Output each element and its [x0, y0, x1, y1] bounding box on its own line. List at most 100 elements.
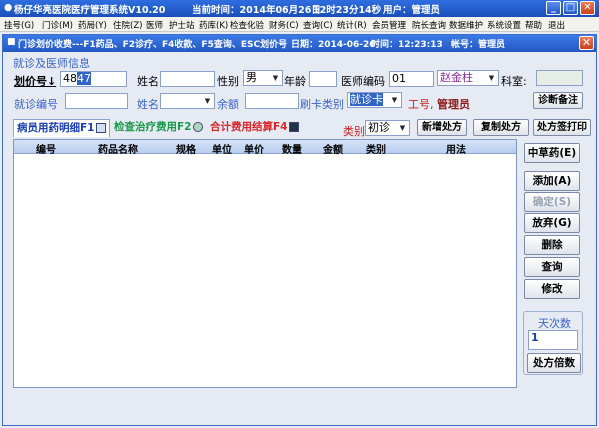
gender-select[interactable]: 男 ▼ — [243, 70, 283, 86]
col-unit: 单位 — [212, 145, 232, 156]
menu-item-lab[interactable]: 检查化验 — [230, 19, 264, 31]
name-label: 姓名 — [137, 75, 159, 88]
billing-time: 时间：12:23:13 — [371, 40, 443, 50]
col-amount: 金额 — [323, 145, 343, 156]
card-type-value: 就诊卡 — [350, 93, 383, 106]
gender-label: 性别 — [217, 75, 239, 88]
table-icon — [96, 123, 107, 133]
app-title: 杨仔华亮医院医疗管理系统V10.20 — [14, 5, 166, 16]
current-user: 用户：管理员 — [383, 5, 441, 16]
app-title-bar: ● 杨仔华亮医院医疗管理系统V10.20 当前时间：2014年06月26日 12… — [0, 0, 599, 17]
billing-account: 帐号：管理员 — [451, 40, 506, 50]
menu-item-nurse-station[interactable]: 护士站 — [169, 19, 195, 31]
herbal-medicine-button[interactable]: 中草药(E) — [524, 143, 580, 163]
chevron-down-icon: ▼ — [488, 74, 495, 82]
menu-item-director-query[interactable]: 院长查询 — [412, 19, 446, 31]
job-id-value: 管理员 — [437, 98, 470, 111]
doctor-select[interactable]: 赵金柱 ▼ — [437, 70, 499, 86]
category-label: 类别 — [343, 125, 365, 138]
app-window: ● 杨仔华亮医院医疗管理系统V10.20 当前时间：2014年06月26日 12… — [0, 0, 599, 428]
billing-title: 门诊划价收费---F1药品、F2诊疗、F4收款、F5查询、ESC划价号 — [18, 40, 288, 50]
new-prescription-button[interactable]: 新增处方 — [417, 119, 467, 136]
dept-input[interactable] — [536, 70, 583, 86]
tab-settlement[interactable]: 合计费用结算F4 — [207, 119, 302, 137]
card-type-select[interactable]: 就诊卡 ▼ — [347, 92, 402, 108]
billing-icon: ■ — [7, 37, 16, 47]
age-input[interactable] — [309, 71, 337, 87]
menu-item-doctor[interactable]: 医师 — [146, 19, 163, 31]
minimize-button[interactable]: _ — [546, 1, 561, 15]
modify-button[interactable]: 修改 — [524, 279, 580, 299]
job-id-label: 工号, — [408, 98, 434, 111]
group-title: 就诊及医师信息 — [13, 57, 90, 70]
serial-label: 划价号↓ — [14, 75, 57, 88]
days-label: 天次数 — [538, 317, 571, 330]
dept-label: 科室: — [501, 75, 527, 88]
medication-grid[interactable]: 编号 药品名称 规格 单位 单价 数量 金额 类别 用法 — [13, 139, 517, 388]
age-label: 年龄 — [284, 75, 306, 88]
tab-examination-label: 检查治疗费用F2 — [114, 121, 192, 133]
name2-select[interactable]: ▼ — [160, 93, 215, 109]
billing-window: ■ 门诊划价收费---F1药品、F2诊疗、F4收款、F5查询、ESC划价号 日期… — [2, 34, 597, 426]
card-type-label: 刷卡类别 — [300, 98, 344, 111]
billing-date: 日期：2014-06-26 — [291, 40, 376, 50]
menu-item-query[interactable]: 查询(C) — [303, 19, 333, 31]
maximize-button[interactable]: □ — [563, 1, 578, 15]
balance-label: 余额 — [217, 98, 239, 111]
tab-examination[interactable]: 检查治疗费用F2 — [111, 119, 206, 137]
chevron-down-icon: ▼ — [272, 74, 279, 82]
calculator-icon — [289, 122, 300, 132]
discard-button[interactable]: 放弃(G) — [524, 213, 580, 233]
col-category: 类别 — [366, 145, 386, 156]
doctor-name: 赵金柱 — [440, 71, 473, 84]
tab-medication[interactable]: 病员用药明细F1 — [13, 119, 111, 137]
menu-item-exit[interactable]: 退出 — [548, 19, 565, 31]
print-prescription-button[interactable]: 处方签打印 — [533, 119, 591, 136]
grid-header: 编号 药品名称 规格 单位 单价 数量 金额 类别 用法 — [14, 140, 516, 156]
serial-input[interactable]: 4847 — [60, 71, 127, 87]
chevron-down-icon: ▼ — [399, 124, 406, 132]
close-billing-button[interactable]: ✕ — [579, 36, 594, 50]
menu-item-register[interactable]: 挂号(G) — [4, 19, 34, 31]
menu-item-statistics[interactable]: 统计(R) — [337, 19, 367, 31]
app-icon: ● — [4, 2, 13, 13]
tab-settlement-label: 合计费用结算F4 — [210, 121, 288, 133]
diagnosis-note-button[interactable]: 诊断备注 — [533, 92, 583, 109]
doctor-code-label: 医师编码 — [341, 75, 385, 88]
delete-button[interactable]: 删除 — [524, 235, 580, 255]
menu-item-system-settings[interactable]: 系统设置 — [487, 19, 521, 31]
col-usage: 用法 — [446, 145, 466, 156]
billing-title-bar: ■ 门诊划价收费---F1药品、F2诊疗、F4收款、F5查询、ESC划价号 日期… — [3, 35, 596, 52]
visit-no-label: 就诊编号 — [14, 98, 58, 111]
balance-input[interactable] — [245, 93, 299, 109]
menu-item-pharmacy[interactable]: 药局(Y) — [78, 19, 107, 31]
copy-prescription-button[interactable]: 复制处方 — [473, 119, 529, 136]
chevron-down-icon: ▼ — [391, 96, 398, 104]
query-button[interactable]: 查询 — [524, 257, 580, 277]
col-drug-name: 药品名称 — [98, 145, 138, 156]
current-date: 当前时间：2014年06月26日 — [192, 5, 321, 16]
close-app-button[interactable]: ✕ — [580, 1, 595, 15]
tab-medication-label: 病员用药明细F1 — [17, 122, 95, 134]
days-input[interactable]: 1 — [528, 330, 578, 350]
chevron-down-icon: ▼ — [204, 97, 211, 105]
menu-item-warehouse[interactable]: 药库(K) — [199, 19, 228, 31]
menu-item-help[interactable]: 帮助 — [525, 19, 542, 31]
menu-item-finance[interactable]: 财务(C) — [269, 19, 299, 31]
menu-item-members[interactable]: 会员管理 — [372, 19, 406, 31]
add-button[interactable]: 添加(A) — [524, 171, 580, 191]
category-value: 初诊 — [368, 121, 390, 134]
menu-bar: 挂号(G) 门诊(M) 药局(Y) 住院(Z) 医师 护士站 药库(K) 检查化… — [0, 17, 599, 32]
doctor-code-input[interactable]: 01 — [389, 71, 434, 87]
confirm-button[interactable]: 确定(S) — [524, 192, 580, 212]
menu-item-inpatient[interactable]: 住院(Z) — [113, 19, 142, 31]
col-id: 编号 — [36, 145, 56, 156]
col-qty: 数量 — [282, 145, 302, 156]
menu-item-data-maintenance[interactable]: 数据维护 — [449, 19, 483, 31]
menu-item-outpatient[interactable]: 门诊(M) — [42, 19, 73, 31]
name-input[interactable] — [160, 71, 215, 87]
visit-no-input[interactable] — [65, 93, 128, 109]
category-select[interactable]: 初诊 ▼ — [365, 120, 410, 136]
col-price: 单价 — [244, 145, 264, 156]
multiplier-button[interactable]: 处方倍数 — [527, 353, 581, 373]
